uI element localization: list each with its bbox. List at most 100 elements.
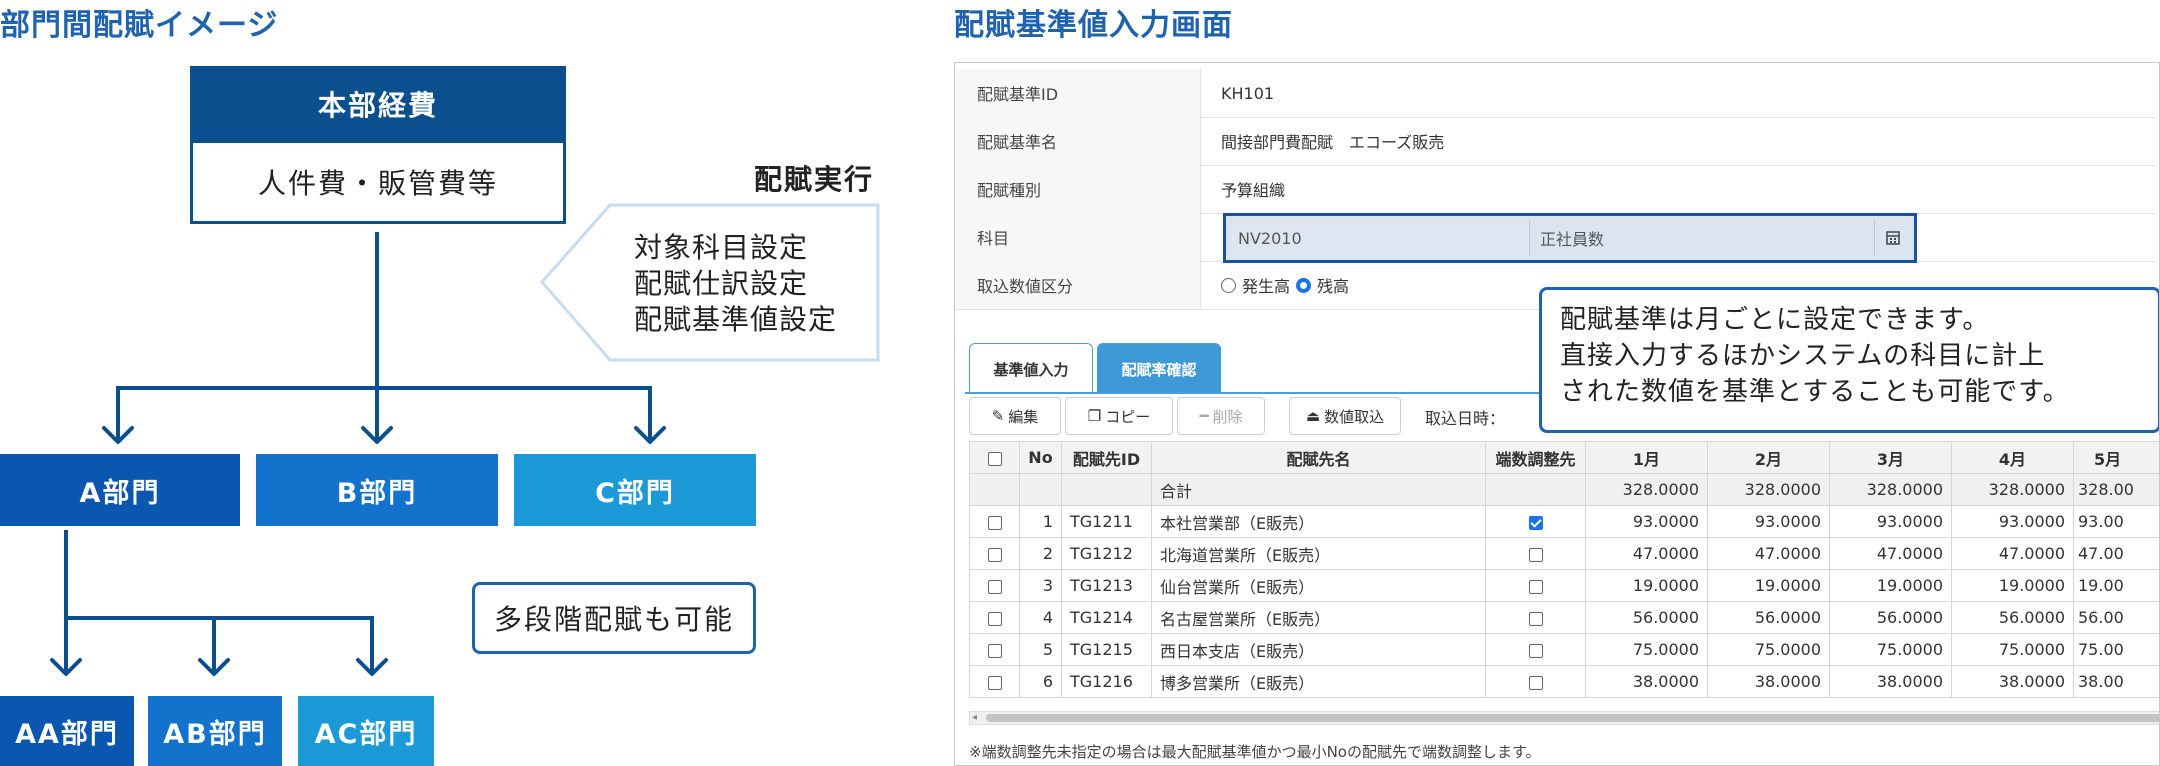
horizontal-scrollbar[interactable]: ◂	[969, 711, 2159, 725]
row-value[interactable]: 38.0000	[1829, 665, 1952, 698]
row-value[interactable]: 38.00	[2073, 665, 2159, 698]
table-row[interactable]: 2 TG1212 北海道営業所（E販売） 47.0000 47.0000 47.…	[969, 537, 2159, 570]
adjust-checkbox[interactable]	[1528, 643, 1543, 658]
row-value[interactable]: 75.0000	[1829, 633, 1952, 666]
table-row[interactable]: 3 TG1213 仙台営業所（E販売） 19.0000 19.0000 19.0…	[969, 569, 2159, 602]
row-id: TG1215	[1061, 633, 1152, 666]
row-adjust-cell[interactable]	[1485, 633, 1586, 666]
table-row[interactable]: 1 TG1211 本社営業部（E販売） 93.0000 93.0000 93.0…	[969, 505, 2159, 538]
table-row[interactable]: 5 TG1215 西日本支店（E販売） 75.0000 75.0000 75.0…	[969, 633, 2159, 666]
row-value[interactable]: 93.0000	[1829, 505, 1952, 538]
row-adjust-cell[interactable]	[1485, 537, 1586, 570]
account-code-field[interactable]: NV2010	[1230, 220, 1530, 256]
select-all-checkbox[interactable]	[987, 451, 1002, 466]
row-select-cell[interactable]	[969, 537, 1020, 570]
copy-button[interactable]: ❐ コピー	[1065, 397, 1173, 435]
calendar-icon[interactable]	[1874, 220, 1910, 256]
row-value[interactable]: 56.0000	[1585, 601, 1708, 634]
row-name: 西日本支店（E販売）	[1151, 633, 1486, 666]
form-row-type: 配賦種別 予算組織	[955, 165, 2155, 214]
import-values-button[interactable]: ⏏ 数値取込	[1289, 397, 1401, 435]
row-checkbox[interactable]	[987, 611, 1002, 626]
row-value[interactable]: 93.0000	[1707, 505, 1830, 538]
table-row[interactable]: 4 TG1214 名古屋営業所（E販売） 56.0000 56.0000 56.…	[969, 601, 2159, 634]
row-adjust-cell[interactable]	[1485, 569, 1586, 602]
hq-expense-header: 本部経費	[190, 66, 566, 142]
row-value[interactable]: 93.00	[2073, 505, 2159, 538]
column-header: No	[1019, 441, 1062, 474]
scroll-left-arrow-icon[interactable]: ◂	[972, 712, 977, 723]
row-value[interactable]: 38.0000	[1585, 665, 1708, 698]
row-name: 仙台営業所（E販売）	[1151, 569, 1486, 602]
row-value[interactable]: 19.0000	[1707, 569, 1830, 602]
delete-button[interactable]: ━ 削除	[1177, 397, 1265, 435]
adjust-checkbox[interactable]	[1528, 611, 1543, 626]
table-header-row: No 配賦先ID 配賦先名 端数調整先 1月 2月 3月 4月 5月	[969, 441, 2159, 474]
scrollbar-thumb[interactable]	[986, 714, 2159, 722]
row-value[interactable]: 56.0000	[1951, 601, 2074, 634]
form-label: 取込数値区分	[955, 261, 1201, 309]
row-value[interactable]: 47.0000	[1707, 537, 1830, 570]
row-value[interactable]: 19.0000	[1829, 569, 1952, 602]
row-checkbox[interactable]	[987, 675, 1002, 690]
row-value[interactable]: 75.0000	[1707, 633, 1830, 666]
table-row[interactable]: 6 TG1216 博多営業所（E販売） 38.0000 38.0000 38.0…	[969, 665, 2159, 698]
sum-cell-empty	[1061, 473, 1152, 506]
row-adjust-cell[interactable]	[1485, 505, 1586, 538]
row-value[interactable]: 47.00	[2073, 537, 2159, 570]
radio-unchecked-icon[interactable]	[1221, 277, 1236, 293]
sum-row: 合計 328.0000 328.0000 328.0000 328.0000 3…	[969, 473, 2159, 506]
column-header: 端数調整先	[1485, 441, 1586, 474]
row-value[interactable]: 75.0000	[1585, 633, 1708, 666]
row-select-cell[interactable]	[969, 569, 1020, 602]
dept-ac: AC部門	[298, 696, 434, 766]
row-value[interactable]: 93.0000	[1951, 505, 2074, 538]
radio-option-balance: 残高	[1317, 277, 1350, 296]
row-value[interactable]: 56.0000	[1829, 601, 1952, 634]
row-checkbox[interactable]	[987, 643, 1002, 658]
radio-checked-icon[interactable]	[1296, 277, 1312, 293]
row-select-cell[interactable]	[969, 633, 1020, 666]
adjust-checkbox[interactable]	[1528, 675, 1543, 690]
adjust-checkbox[interactable]	[1528, 579, 1543, 594]
edit-button[interactable]: ✎ 編集	[969, 397, 1061, 435]
tab-base-value-input[interactable]: 基準値入力	[969, 343, 1093, 394]
row-no: 5	[1019, 633, 1062, 666]
form-row-id: 配賦基準ID KH101	[955, 69, 2155, 118]
row-select-cell[interactable]	[969, 601, 1020, 634]
row-adjust-cell[interactable]	[1485, 601, 1586, 634]
sum-value: 328.0000	[1951, 473, 2074, 506]
select-all-cell[interactable]	[969, 441, 1020, 474]
row-value[interactable]: 47.0000	[1951, 537, 2074, 570]
row-value[interactable]: 75.00	[2073, 633, 2159, 666]
row-select-cell[interactable]	[969, 665, 1020, 698]
adjust-checkbox[interactable]	[1528, 547, 1543, 562]
footnote: ※端数調整先未指定の場合は最大配賦基準値かつ最小Noの配賦先で端数調整します。	[969, 743, 1541, 761]
row-name: 本社営業部（E販売）	[1151, 505, 1486, 538]
form-row-name: 配賦基準名 間接部門費配賦 エコーズ販売	[955, 117, 2155, 166]
row-value[interactable]: 75.0000	[1951, 633, 2074, 666]
row-value[interactable]: 47.0000	[1829, 537, 1952, 570]
import-values-label: 数値取込	[1324, 407, 1385, 426]
row-value[interactable]: 56.00	[2073, 601, 2159, 634]
account-field-highlight: NV2010 正社員数	[1223, 213, 1917, 263]
row-adjust-cell[interactable]	[1485, 665, 1586, 698]
row-checkbox[interactable]	[987, 515, 1002, 530]
row-value[interactable]: 56.0000	[1707, 601, 1830, 634]
row-name: 名古屋営業所（E販売）	[1151, 601, 1486, 634]
multi-stage-note: 多段階配賦も可能	[472, 582, 756, 654]
tab-allocation-rate[interactable]: 配賦率確認	[1097, 343, 1221, 394]
row-select-cell[interactable]	[969, 505, 1020, 538]
row-value[interactable]: 93.0000	[1585, 505, 1708, 538]
row-value[interactable]: 19.00	[2073, 569, 2159, 602]
row-value[interactable]: 38.0000	[1707, 665, 1830, 698]
row-checkbox[interactable]	[987, 547, 1002, 562]
row-id: TG1214	[1061, 601, 1152, 634]
row-checkbox[interactable]	[987, 579, 1002, 594]
row-value[interactable]: 47.0000	[1585, 537, 1708, 570]
row-value[interactable]: 19.0000	[1951, 569, 2074, 602]
row-value[interactable]: 38.0000	[1951, 665, 2074, 698]
row-id: TG1213	[1061, 569, 1152, 602]
row-value[interactable]: 19.0000	[1585, 569, 1708, 602]
adjust-checkbox-checked[interactable]	[1528, 515, 1543, 530]
